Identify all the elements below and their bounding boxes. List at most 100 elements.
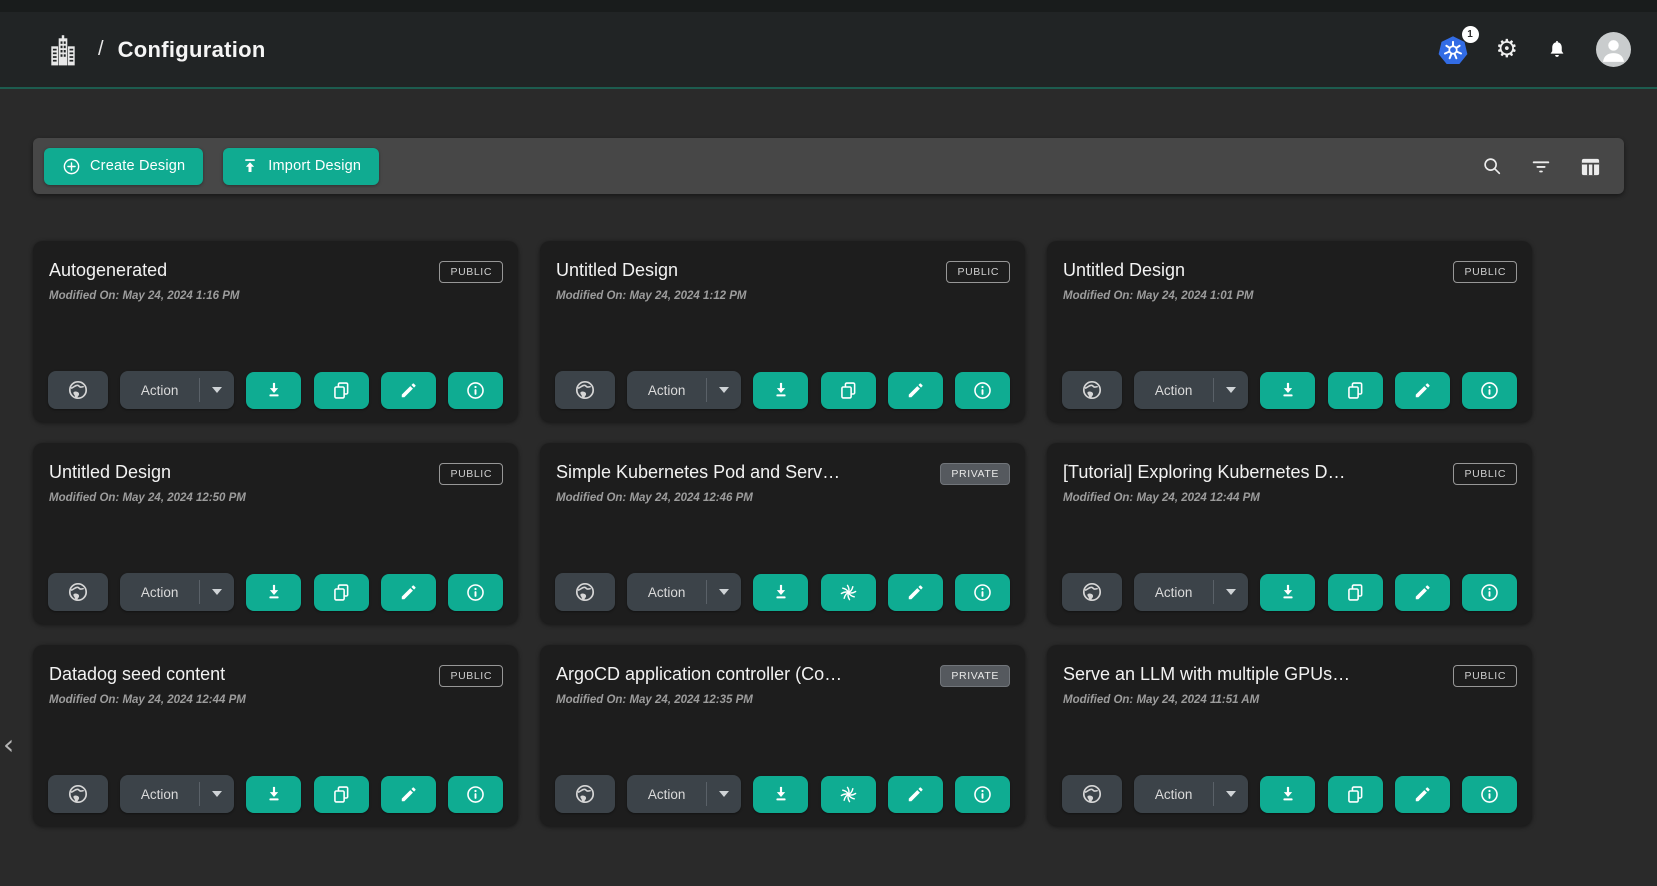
action-button-label: Action <box>627 383 706 398</box>
action-dropdown-toggle[interactable] <box>200 387 234 393</box>
visibility-globe-button[interactable] <box>1062 573 1122 611</box>
action-dropdown-toggle[interactable] <box>1214 589 1248 595</box>
design-title: Untitled Design <box>1063 260 1423 281</box>
visibility-badge: PUBLIC <box>439 463 503 485</box>
clone-button[interactable] <box>821 574 876 611</box>
edit-button[interactable] <box>888 776 943 813</box>
chevron-left-icon[interactable]: ‹ <box>3 731 14 759</box>
caret-down-icon <box>212 387 222 393</box>
download-button[interactable] <box>753 776 808 813</box>
globe-icon <box>573 378 597 402</box>
edit-button[interactable] <box>381 372 436 409</box>
download-button[interactable] <box>753 574 808 611</box>
action-split-button[interactable]: Action <box>1134 573 1248 611</box>
edit-icon <box>1413 583 1432 602</box>
download-button[interactable] <box>1260 574 1315 611</box>
kubernetes-icon[interactable]: 1 <box>1438 35 1468 65</box>
design-card: Untitled Design PUBLIC Modified On: May … <box>540 241 1025 422</box>
info-button[interactable] <box>1462 372 1517 409</box>
visibility-globe-button[interactable] <box>555 775 615 813</box>
download-button[interactable] <box>246 574 301 611</box>
info-button[interactable] <box>1462 574 1517 611</box>
caret-down-icon <box>212 589 222 595</box>
gear-icon[interactable]: ⚙ <box>1496 37 1518 62</box>
action-button-label: Action <box>1134 383 1213 398</box>
visibility-globe-button[interactable] <box>555 371 615 409</box>
edit-button[interactable] <box>381 776 436 813</box>
action-split-button[interactable]: Action <box>120 371 234 409</box>
info-button[interactable] <box>955 574 1010 611</box>
avatar[interactable] <box>1596 32 1631 67</box>
card-actions: Action <box>48 775 503 813</box>
info-icon <box>465 380 486 401</box>
info-button[interactable] <box>955 776 1010 813</box>
action-button-label: Action <box>627 787 706 802</box>
info-button[interactable] <box>955 372 1010 409</box>
action-split-button[interactable]: Action <box>1134 775 1248 813</box>
visibility-badge: PUBLIC <box>439 665 503 687</box>
visibility-badge: PUBLIC <box>946 261 1010 283</box>
filter-icon[interactable] <box>1530 155 1552 177</box>
clone-button[interactable] <box>1328 776 1383 813</box>
edit-button[interactable] <box>1395 372 1450 409</box>
search-icon[interactable] <box>1481 155 1503 177</box>
info-button[interactable] <box>448 372 503 409</box>
design-card: Simple Kubernetes Pod and Serv… PRIVATE … <box>540 443 1025 624</box>
action-split-button[interactable]: Action <box>1134 371 1248 409</box>
action-dropdown-toggle[interactable] <box>200 791 234 797</box>
clone-button[interactable] <box>314 574 369 611</box>
edit-button[interactable] <box>1395 574 1450 611</box>
clone-button[interactable] <box>821 372 876 409</box>
visibility-globe-button[interactable] <box>1062 775 1122 813</box>
bell-icon[interactable] <box>1546 38 1568 62</box>
design-card: Serve an LLM with multiple GPUs… PUBLIC … <box>1047 645 1532 826</box>
info-button[interactable] <box>1462 776 1517 813</box>
info-button[interactable] <box>448 776 503 813</box>
info-icon <box>972 784 993 805</box>
visibility-badge: PUBLIC <box>439 261 503 283</box>
action-split-button[interactable]: Action <box>627 775 741 813</box>
action-dropdown-toggle[interactable] <box>707 791 741 797</box>
edit-button[interactable] <box>888 574 943 611</box>
action-dropdown-toggle[interactable] <box>707 589 741 595</box>
spiral-icon <box>837 581 860 604</box>
create-design-button[interactable]: Create Design <box>44 148 203 185</box>
download-button[interactable] <box>753 372 808 409</box>
modified-on-text: Modified On: May 24, 2024 11:51 AM <box>1063 694 1516 706</box>
clone-button[interactable] <box>821 776 876 813</box>
table-view-icon[interactable] <box>1579 155 1602 178</box>
info-button[interactable] <box>448 574 503 611</box>
card-actions: Action <box>1062 573 1517 611</box>
visibility-globe-button[interactable] <box>1062 371 1122 409</box>
action-dropdown-toggle[interactable] <box>707 387 741 393</box>
edit-button[interactable] <box>381 574 436 611</box>
action-dropdown-toggle[interactable] <box>200 589 234 595</box>
visibility-globe-button[interactable] <box>48 775 108 813</box>
action-split-button[interactable]: Action <box>627 573 741 611</box>
action-split-button[interactable]: Action <box>120 775 234 813</box>
edit-button[interactable] <box>1395 776 1450 813</box>
clone-button[interactable] <box>314 372 369 409</box>
clone-button[interactable] <box>1328 574 1383 611</box>
action-split-button[interactable]: Action <box>627 371 741 409</box>
action-split-button[interactable]: Action <box>120 573 234 611</box>
action-dropdown-toggle[interactable] <box>1214 387 1248 393</box>
download-button[interactable] <box>1260 776 1315 813</box>
modified-on-text: Modified On: May 24, 2024 12:44 PM <box>1063 492 1516 504</box>
edit-button[interactable] <box>888 372 943 409</box>
clone-button[interactable] <box>314 776 369 813</box>
visibility-globe-button[interactable] <box>48 573 108 611</box>
action-dropdown-toggle[interactable] <box>1214 791 1248 797</box>
visibility-globe-button[interactable] <box>48 371 108 409</box>
copy-icon <box>1345 380 1366 401</box>
building-icon[interactable] <box>48 33 80 67</box>
import-design-button[interactable]: Import Design <box>223 148 379 185</box>
download-button[interactable] <box>246 776 301 813</box>
download-button[interactable] <box>1260 372 1315 409</box>
download-button[interactable] <box>246 372 301 409</box>
visibility-badge: PUBLIC <box>1453 261 1517 283</box>
clone-button[interactable] <box>1328 372 1383 409</box>
action-button-label: Action <box>120 787 199 802</box>
visibility-globe-button[interactable] <box>555 573 615 611</box>
caret-down-icon <box>1226 589 1236 595</box>
